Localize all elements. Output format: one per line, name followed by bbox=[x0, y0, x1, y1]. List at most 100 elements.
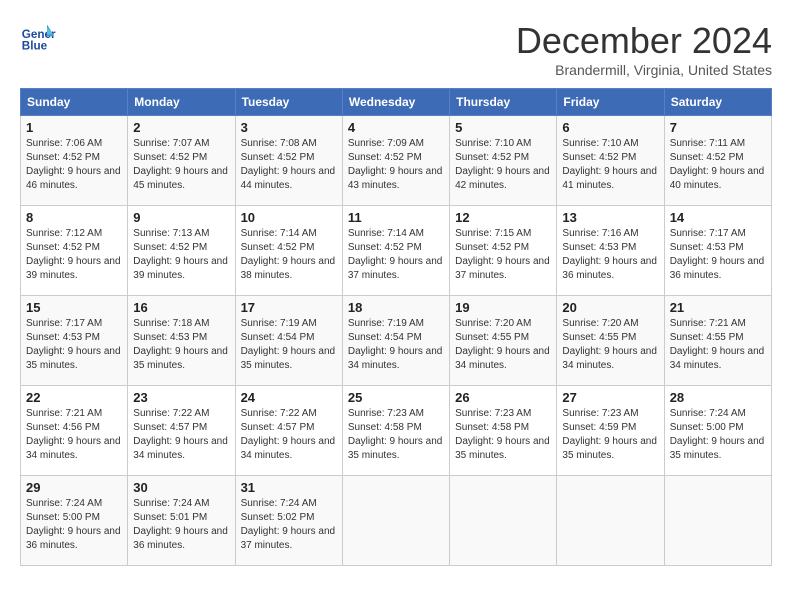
day-number: 27 bbox=[562, 390, 658, 405]
sunset-label: Sunset: 5:01 PM bbox=[133, 512, 207, 523]
sunrise-label: Sunrise: 7:16 AM bbox=[562, 228, 638, 239]
day-number: 24 bbox=[241, 390, 337, 405]
day-number: 10 bbox=[241, 210, 337, 225]
daylight-label: Daylight: 9 hours and 42 minutes. bbox=[455, 166, 550, 191]
day-detail: Sunrise: 7:22 AM Sunset: 4:57 PM Dayligh… bbox=[133, 407, 229, 463]
daylight-label: Daylight: 9 hours and 35 minutes. bbox=[133, 346, 228, 371]
weekday-header: Saturday bbox=[664, 89, 771, 116]
sunrise-label: Sunrise: 7:24 AM bbox=[133, 498, 209, 509]
day-detail: Sunrise: 7:24 AM Sunset: 5:00 PM Dayligh… bbox=[670, 407, 766, 463]
sunrise-label: Sunrise: 7:24 AM bbox=[670, 408, 746, 419]
sunset-label: Sunset: 4:53 PM bbox=[562, 242, 636, 253]
day-number: 31 bbox=[241, 480, 337, 495]
day-number: 29 bbox=[26, 480, 122, 495]
day-number: 21 bbox=[670, 300, 766, 315]
day-detail: Sunrise: 7:23 AM Sunset: 4:58 PM Dayligh… bbox=[348, 407, 444, 463]
day-detail: Sunrise: 7:14 AM Sunset: 4:52 PM Dayligh… bbox=[348, 227, 444, 283]
sunset-label: Sunset: 4:52 PM bbox=[26, 152, 100, 163]
sunset-label: Sunset: 4:52 PM bbox=[133, 152, 207, 163]
day-number: 2 bbox=[133, 120, 229, 135]
daylight-label: Daylight: 9 hours and 45 minutes. bbox=[133, 166, 228, 191]
day-number: 12 bbox=[455, 210, 551, 225]
sunrise-label: Sunrise: 7:14 AM bbox=[348, 228, 424, 239]
day-detail: Sunrise: 7:19 AM Sunset: 4:54 PM Dayligh… bbox=[241, 317, 337, 373]
sunrise-label: Sunrise: 7:08 AM bbox=[241, 138, 317, 149]
daylight-label: Daylight: 9 hours and 37 minutes. bbox=[348, 256, 443, 281]
calendar-cell: 22 Sunrise: 7:21 AM Sunset: 4:56 PM Dayl… bbox=[21, 386, 128, 476]
daylight-label: Daylight: 9 hours and 34 minutes. bbox=[455, 346, 550, 371]
daylight-label: Daylight: 9 hours and 44 minutes. bbox=[241, 166, 336, 191]
day-detail: Sunrise: 7:07 AM Sunset: 4:52 PM Dayligh… bbox=[133, 137, 229, 193]
calendar-cell: 27 Sunrise: 7:23 AM Sunset: 4:59 PM Dayl… bbox=[557, 386, 664, 476]
day-number: 11 bbox=[348, 210, 444, 225]
day-detail: Sunrise: 7:09 AM Sunset: 4:52 PM Dayligh… bbox=[348, 137, 444, 193]
day-number: 23 bbox=[133, 390, 229, 405]
calendar-cell: 13 Sunrise: 7:16 AM Sunset: 4:53 PM Dayl… bbox=[557, 206, 664, 296]
sunset-label: Sunset: 4:52 PM bbox=[241, 152, 315, 163]
day-number: 22 bbox=[26, 390, 122, 405]
sunset-label: Sunset: 4:57 PM bbox=[241, 422, 315, 433]
sunset-label: Sunset: 4:54 PM bbox=[348, 332, 422, 343]
calendar-cell: 25 Sunrise: 7:23 AM Sunset: 4:58 PM Dayl… bbox=[342, 386, 449, 476]
daylight-label: Daylight: 9 hours and 34 minutes. bbox=[562, 346, 657, 371]
location-title: Brandermill, Virginia, United States bbox=[516, 62, 772, 78]
day-detail: Sunrise: 7:20 AM Sunset: 4:55 PM Dayligh… bbox=[455, 317, 551, 373]
day-number: 25 bbox=[348, 390, 444, 405]
month-title: December 2024 bbox=[516, 20, 772, 62]
logo-icon: General Blue bbox=[20, 20, 56, 56]
sunrise-label: Sunrise: 7:24 AM bbox=[241, 498, 317, 509]
day-number: 7 bbox=[670, 120, 766, 135]
daylight-label: Daylight: 9 hours and 35 minutes. bbox=[348, 436, 443, 461]
sunrise-label: Sunrise: 7:07 AM bbox=[133, 138, 209, 149]
logo: General Blue bbox=[20, 20, 56, 56]
calendar-cell: 20 Sunrise: 7:20 AM Sunset: 4:55 PM Dayl… bbox=[557, 296, 664, 386]
day-number: 26 bbox=[455, 390, 551, 405]
daylight-label: Daylight: 9 hours and 43 minutes. bbox=[348, 166, 443, 191]
sunset-label: Sunset: 4:52 PM bbox=[455, 152, 529, 163]
daylight-label: Daylight: 9 hours and 34 minutes. bbox=[241, 436, 336, 461]
daylight-label: Daylight: 9 hours and 34 minutes. bbox=[133, 436, 228, 461]
sunset-label: Sunset: 4:56 PM bbox=[26, 422, 100, 433]
day-number: 20 bbox=[562, 300, 658, 315]
daylight-label: Daylight: 9 hours and 39 minutes. bbox=[26, 256, 121, 281]
calendar-cell bbox=[342, 476, 449, 566]
calendar-cell: 3 Sunrise: 7:08 AM Sunset: 4:52 PM Dayli… bbox=[235, 116, 342, 206]
calendar-cell: 12 Sunrise: 7:15 AM Sunset: 4:52 PM Dayl… bbox=[450, 206, 557, 296]
sunrise-label: Sunrise: 7:14 AM bbox=[241, 228, 317, 239]
day-detail: Sunrise: 7:23 AM Sunset: 4:59 PM Dayligh… bbox=[562, 407, 658, 463]
calendar-cell: 1 Sunrise: 7:06 AM Sunset: 4:52 PM Dayli… bbox=[21, 116, 128, 206]
day-number: 1 bbox=[26, 120, 122, 135]
calendar-cell: 26 Sunrise: 7:23 AM Sunset: 4:58 PM Dayl… bbox=[450, 386, 557, 476]
sunset-label: Sunset: 4:54 PM bbox=[241, 332, 315, 343]
sunrise-label: Sunrise: 7:23 AM bbox=[348, 408, 424, 419]
calendar-cell: 7 Sunrise: 7:11 AM Sunset: 4:52 PM Dayli… bbox=[664, 116, 771, 206]
day-detail: Sunrise: 7:20 AM Sunset: 4:55 PM Dayligh… bbox=[562, 317, 658, 373]
day-detail: Sunrise: 7:14 AM Sunset: 4:52 PM Dayligh… bbox=[241, 227, 337, 283]
sunset-label: Sunset: 4:52 PM bbox=[348, 242, 422, 253]
weekday-header: Sunday bbox=[21, 89, 128, 116]
week-row: 1 Sunrise: 7:06 AM Sunset: 4:52 PM Dayli… bbox=[21, 116, 772, 206]
sunrise-label: Sunrise: 7:21 AM bbox=[670, 318, 746, 329]
sunset-label: Sunset: 5:00 PM bbox=[26, 512, 100, 523]
sunset-label: Sunset: 4:52 PM bbox=[241, 242, 315, 253]
calendar-cell: 28 Sunrise: 7:24 AM Sunset: 5:00 PM Dayl… bbox=[664, 386, 771, 476]
calendar-cell: 24 Sunrise: 7:22 AM Sunset: 4:57 PM Dayl… bbox=[235, 386, 342, 476]
sunrise-label: Sunrise: 7:15 AM bbox=[455, 228, 531, 239]
sunset-label: Sunset: 4:53 PM bbox=[670, 242, 744, 253]
day-detail: Sunrise: 7:06 AM Sunset: 4:52 PM Dayligh… bbox=[26, 137, 122, 193]
sunset-label: Sunset: 4:57 PM bbox=[133, 422, 207, 433]
daylight-label: Daylight: 9 hours and 37 minutes. bbox=[455, 256, 550, 281]
day-detail: Sunrise: 7:19 AM Sunset: 4:54 PM Dayligh… bbox=[348, 317, 444, 373]
title-area: December 2024 Brandermill, Virginia, Uni… bbox=[516, 20, 772, 78]
sunset-label: Sunset: 4:52 PM bbox=[348, 152, 422, 163]
sunrise-label: Sunrise: 7:17 AM bbox=[670, 228, 746, 239]
sunset-label: Sunset: 4:52 PM bbox=[26, 242, 100, 253]
day-detail: Sunrise: 7:13 AM Sunset: 4:52 PM Dayligh… bbox=[133, 227, 229, 283]
sunrise-label: Sunrise: 7:06 AM bbox=[26, 138, 102, 149]
weekday-header: Wednesday bbox=[342, 89, 449, 116]
sunset-label: Sunset: 4:53 PM bbox=[133, 332, 207, 343]
week-row: 8 Sunrise: 7:12 AM Sunset: 4:52 PM Dayli… bbox=[21, 206, 772, 296]
day-number: 5 bbox=[455, 120, 551, 135]
sunset-label: Sunset: 4:58 PM bbox=[455, 422, 529, 433]
day-number: 6 bbox=[562, 120, 658, 135]
